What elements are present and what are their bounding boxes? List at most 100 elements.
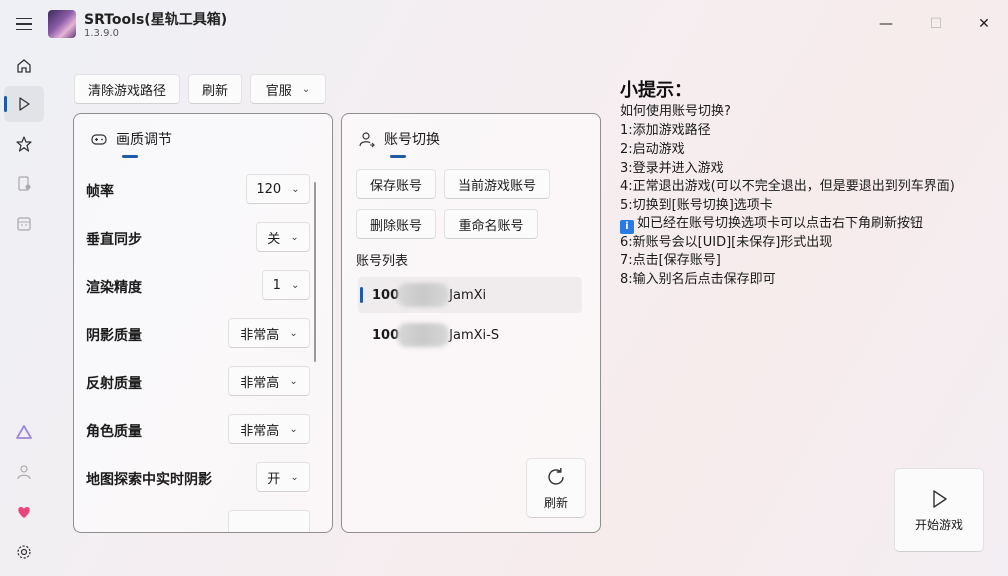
play-icon [933,489,947,508]
account-refresh-label: 刷新 [543,495,568,510]
sidebar-item-about[interactable] [4,414,44,450]
clear-game-path-button[interactable]: 清除游戏路径 [74,74,180,104]
setting-label-vsync: 垂直同步 [86,232,142,248]
save-account-button[interactable]: 保存账号 [356,169,436,199]
tips-line: 6:新账号会以[UID][未保存]形式出现 [620,235,833,250]
heart-icon [18,507,30,518]
sidebar [0,48,48,576]
close-icon: ✕ [978,16,990,32]
current-game-account-button[interactable]: 当前游戏账号 [444,169,550,199]
setting-label-shadow: 阴影质量 [86,328,142,344]
setting-label-framerate: 帧率 [86,184,114,200]
server-select[interactable]: 官服 ⌄ [250,74,326,104]
account-refresh-button[interactable]: 刷新 [526,458,586,518]
chevron-down-icon: ⌄ [290,279,300,291]
gear-icon [17,545,31,559]
setting-label-render-scale: 渲染精度 [86,280,142,296]
app-logo [48,10,76,38]
graphics-panel-label: 画质调节 [116,132,172,148]
vsync-value: 关 [267,231,281,247]
realtime-shadow-value: 开 [267,471,281,487]
account-uid: 100 [372,287,400,303]
delete-account-button[interactable]: 删除账号 [356,209,436,239]
setting-label-realtime-shadow: 地图探索中实时阴影 [86,472,212,488]
sidebar-item-start-game[interactable] [4,86,44,122]
user-switch-icon [359,132,375,148]
vsync-select[interactable]: 关 ⌄ [256,222,310,252]
tips-line: 3:登录并进入游戏 [620,161,724,176]
chevron-down-icon: ⌄ [301,83,311,95]
redacted-uid [397,323,450,347]
setting-label-reflection: 反射质量 [86,376,142,392]
start-game-button[interactable]: 开始游戏 [894,468,984,552]
account-panel-label: 账号切换 [384,132,440,148]
account-list-item[interactable]: 100 JamXi [358,277,582,313]
tips-title: 小提示： [620,80,692,101]
sidebar-item-home[interactable] [4,48,44,84]
app-version: 1.3.9.0 [84,28,119,39]
render-scale-select[interactable]: 1 ⌄ [262,270,310,300]
tab-indicator [122,155,138,158]
rename-account-button[interactable]: 重命名账号 [444,209,538,239]
minimize-button[interactable]: — [874,12,898,36]
calendar-icon [17,217,31,231]
account-panel: 账号切换 保存账号 当前游戏账号 删除账号 重命名账号 账号列表 100 Jam… [341,113,601,533]
user-icon [17,465,31,480]
account-uid: 100 [372,327,400,343]
tips-line: 8:输入别名后点击保存即可 [620,272,776,287]
setting-label-character: 角色质量 [86,424,142,440]
sidebar-item-user[interactable] [4,454,44,490]
tips-line-info-text: 如已经在账号切换选项卡可以点击右下角刷新按钮 [637,216,924,231]
chevron-down-icon: ⌄ [289,327,298,339]
chevron-down-icon: ⌄ [290,471,299,483]
sidebar-item-donate[interactable] [4,494,44,530]
chevron-down-icon: ⌄ [289,375,298,387]
server-select-value: 官服 [265,83,292,99]
chevron-down-icon: ⌄ [291,183,300,195]
framerate-value: 120 [256,181,282,197]
play-icon [19,97,30,111]
start-game-label: 开始游戏 [914,517,963,532]
triangle-logo-icon [16,425,32,439]
refresh-icon [548,467,564,485]
minimize-icon: — [879,16,893,32]
tab-indicator [390,155,406,158]
home-icon [17,59,31,73]
title-bar: SRTools(星轨工具箱) 1.3.9.0 — ☐ ✕ [0,0,1008,48]
graphics-panel: 画质调节 帧率 120 ⌄ 垂直同步 关 ⌄ 渲染精度 1 ⌄ 阴影质量 非常高 ⌄ 反… [73,113,333,533]
account-list-item[interactable]: 100 JamXi-S [358,317,582,353]
account-name: JamXi-S [449,327,500,343]
redacted-uid [397,283,450,307]
sidebar-item-favorites[interactable] [4,126,44,162]
tips-line: 4:正常退出游戏(可以不完全退出，但是要退出到列车界面) [620,179,955,194]
menu-toggle-button[interactable] [12,12,36,36]
maximize-button[interactable]: ☐ [924,12,948,36]
tips-line: 1:添加游戏路径 [620,123,711,138]
star-icon [16,136,32,152]
sidebar-item-calendar[interactable] [4,206,44,242]
realtime-shadow-select[interactable]: 开 ⌄ [256,462,310,492]
reflection-quality-select[interactable]: 非常高 ⌄ [228,366,310,396]
account-panel-title: 账号切换 [358,129,440,149]
tips-line: 5:切换到[账号切换]选项卡 [620,198,773,213]
tips-line: 2:启动游戏 [620,142,685,157]
next-setting-select[interactable] [228,510,310,532]
account-name: JamXi [449,287,487,303]
scrollbar[interactable] [314,182,316,362]
render-scale-value: 1 [272,277,281,293]
character-quality-select[interactable]: 非常高 ⌄ [228,414,310,444]
sidebar-item-settings[interactable] [4,534,44,570]
gamepad-icon [91,134,107,145]
app-title: SRTools(星轨工具箱) [84,12,228,28]
sidebar-item-account-info[interactable] [4,166,44,202]
id-card-icon [18,176,31,191]
graphics-panel-title: 画质调节 [90,129,172,149]
character-quality-value: 非常高 [240,423,280,439]
chevron-down-icon: ⌄ [289,423,298,435]
shadow-quality-select[interactable]: 非常高 ⌄ [228,318,310,348]
framerate-select[interactable]: 120 ⌄ [246,174,310,204]
close-button[interactable]: ✕ [972,12,996,36]
account-list-label: 账号列表 [356,254,409,269]
maximize-icon: ☐ [929,16,943,32]
refresh-button[interactable]: 刷新 [188,74,242,104]
